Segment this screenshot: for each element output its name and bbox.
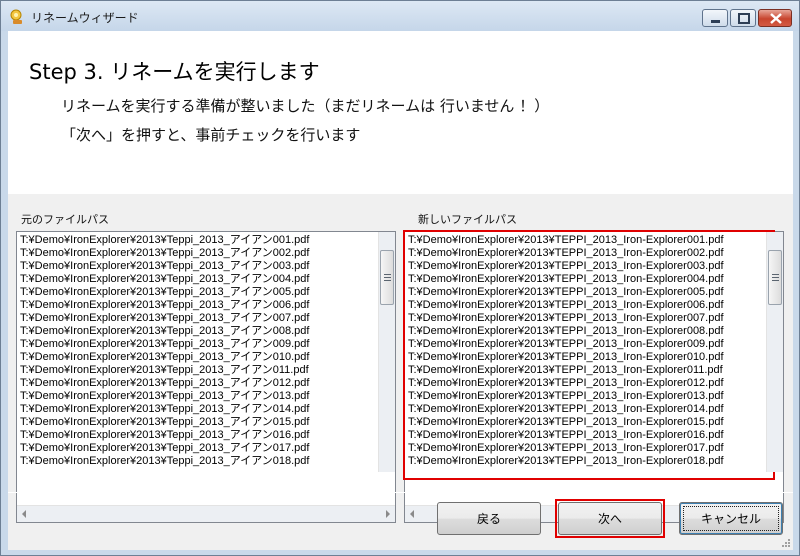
list-item[interactable]: T:¥Demo¥IronExplorer¥2013¥Teppi_2013_アイア… — [20, 325, 380, 338]
list-item[interactable]: T:¥Demo¥IronExplorer¥2013¥TEPPI_2013_Iro… — [408, 351, 768, 364]
list-item[interactable]: T:¥Demo¥IronExplorer¥2013¥Teppi_2013_アイア… — [20, 338, 380, 351]
list-item[interactable]: T:¥Demo¥IronExplorer¥2013¥Teppi_2013_アイア… — [20, 260, 380, 273]
list-item[interactable]: T:¥Demo¥IronExplorer¥2013¥TEPPI_2013_Iro… — [408, 312, 768, 325]
list-item[interactable]: T:¥Demo¥IronExplorer¥2013¥TEPPI_2013_Iro… — [408, 390, 768, 403]
list-item[interactable]: T:¥Demo¥IronExplorer¥2013¥Teppi_2013_アイア… — [20, 312, 380, 325]
list-item[interactable]: T:¥Demo¥IronExplorer¥2013¥Teppi_2013_アイア… — [20, 247, 380, 260]
list-item[interactable]: T:¥Demo¥IronExplorer¥2013¥TEPPI_2013_Iro… — [408, 429, 768, 442]
scroll-left-icon[interactable] — [410, 510, 414, 518]
list-item[interactable]: T:¥Demo¥IronExplorer¥2013¥Teppi_2013_アイア… — [20, 416, 380, 429]
cancel-button[interactable]: キャンセル — [679, 502, 783, 535]
list-item[interactable]: T:¥Demo¥IronExplorer¥2013¥Teppi_2013_アイア… — [20, 286, 380, 299]
list-item[interactable]: T:¥Demo¥IronExplorer¥2013¥TEPPI_2013_Iro… — [408, 299, 768, 312]
scroll-thumb[interactable] — [380, 250, 394, 305]
list-item[interactable]: T:¥Demo¥IronExplorer¥2013¥TEPPI_2013_Iro… — [408, 403, 768, 416]
resize-grip-icon[interactable] — [781, 538, 791, 548]
rename-wizard-window: リネームウィザード Step 3. リネームを実行します リネームを実行する準備… — [0, 0, 800, 556]
maximize-icon — [738, 13, 750, 24]
list-item[interactable]: T:¥Demo¥IronExplorer¥2013¥Teppi_2013_アイア… — [20, 364, 380, 377]
list-item[interactable]: T:¥Demo¥IronExplorer¥2013¥Teppi_2013_アイア… — [20, 273, 380, 286]
close-button[interactable] — [758, 9, 792, 27]
description-line-1: リネームを実行する準備が整いました（まだリネームは 行いません ！） — [61, 97, 550, 115]
back-button[interactable]: 戻る — [437, 502, 541, 535]
title-bar[interactable]: リネームウィザード — [1, 1, 799, 31]
wizard-app-icon — [9, 9, 25, 25]
list-item[interactable]: T:¥Demo¥IronExplorer¥2013¥Teppi_2013_アイア… — [20, 234, 380, 247]
window-title: リネームウィザード — [31, 11, 139, 25]
minimize-button[interactable] — [702, 9, 728, 27]
list-item[interactable]: T:¥Demo¥IronExplorer¥2013¥TEPPI_2013_Iro… — [408, 273, 768, 286]
list-item[interactable]: T:¥Demo¥IronExplorer¥2013¥TEPPI_2013_Iro… — [408, 364, 768, 377]
original-paths-list: T:¥Demo¥IronExplorer¥2013¥Teppi_2013_アイア… — [20, 234, 380, 468]
list-item[interactable]: T:¥Demo¥IronExplorer¥2013¥TEPPI_2013_Iro… — [408, 325, 768, 338]
list-item[interactable]: T:¥Demo¥IronExplorer¥2013¥Teppi_2013_アイア… — [20, 442, 380, 455]
list-item[interactable]: T:¥Demo¥IronExplorer¥2013¥Teppi_2013_アイア… — [20, 377, 380, 390]
list-item[interactable]: T:¥Demo¥IronExplorer¥2013¥TEPPI_2013_Iro… — [408, 338, 768, 351]
horizontal-scrollbar[interactable] — [17, 505, 395, 522]
original-paths-listbox[interactable]: T:¥Demo¥IronExplorer¥2013¥Teppi_2013_アイア… — [16, 231, 396, 523]
description-line-2: 「次へ」を押すと、事前チェックを行います — [61, 126, 361, 144]
list-item[interactable]: T:¥Demo¥IronExplorer¥2013¥TEPPI_2013_Iro… — [408, 286, 768, 299]
list-item[interactable]: T:¥Demo¥IronExplorer¥2013¥TEPPI_2013_Iro… — [408, 416, 768, 429]
list-item[interactable]: T:¥Demo¥IronExplorer¥2013¥Teppi_2013_アイア… — [20, 390, 380, 403]
vertical-scrollbar[interactable] — [766, 232, 783, 472]
scroll-left-icon[interactable] — [22, 510, 26, 518]
wizard-content: Step 3. リネームを実行します リネームを実行する準備が整いました（まだリ… — [8, 31, 793, 550]
scroll-thumb[interactable] — [768, 250, 782, 305]
list-item[interactable]: T:¥Demo¥IronExplorer¥2013¥Teppi_2013_アイア… — [20, 429, 380, 442]
new-paths-label: 新しいファイルパス — [418, 213, 517, 226]
original-paths-label: 元のファイルパス — [21, 213, 109, 226]
new-paths-list: T:¥Demo¥IronExplorer¥2013¥TEPPI_2013_Iro… — [408, 234, 768, 468]
list-item[interactable]: T:¥Demo¥IronExplorer¥2013¥Teppi_2013_アイア… — [20, 455, 380, 468]
vertical-scrollbar[interactable] — [378, 232, 395, 472]
close-icon — [770, 13, 782, 24]
list-item[interactable]: T:¥Demo¥IronExplorer¥2013¥Teppi_2013_アイア… — [20, 351, 380, 364]
list-item[interactable]: T:¥Demo¥IronExplorer¥2013¥TEPPI_2013_Iro… — [408, 455, 768, 468]
footer-divider — [8, 492, 793, 493]
list-item[interactable]: T:¥Demo¥IronExplorer¥2013¥TEPPI_2013_Iro… — [408, 377, 768, 390]
list-item[interactable]: T:¥Demo¥IronExplorer¥2013¥Teppi_2013_アイア… — [20, 299, 380, 312]
list-item[interactable]: T:¥Demo¥IronExplorer¥2013¥TEPPI_2013_Iro… — [408, 234, 768, 247]
maximize-button[interactable] — [730, 9, 756, 27]
page-title: Step 3. リネームを実行します — [29, 60, 320, 84]
minimize-icon — [711, 20, 720, 23]
list-item[interactable]: T:¥Demo¥IronExplorer¥2013¥TEPPI_2013_Iro… — [408, 442, 768, 455]
scroll-right-icon[interactable] — [386, 510, 390, 518]
new-paths-listbox[interactable]: T:¥Demo¥IronExplorer¥2013¥TEPPI_2013_Iro… — [403, 230, 784, 523]
header-panel: Step 3. リネームを実行します リネームを実行する準備が整いました（まだリ… — [8, 31, 793, 194]
list-item[interactable]: T:¥Demo¥IronExplorer¥2013¥TEPPI_2013_Iro… — [408, 247, 768, 260]
list-item[interactable]: T:¥Demo¥IronExplorer¥2013¥Teppi_2013_アイア… — [20, 403, 380, 416]
list-item[interactable]: T:¥Demo¥IronExplorer¥2013¥TEPPI_2013_Iro… — [408, 260, 768, 273]
next-button[interactable]: 次へ — [558, 502, 662, 535]
